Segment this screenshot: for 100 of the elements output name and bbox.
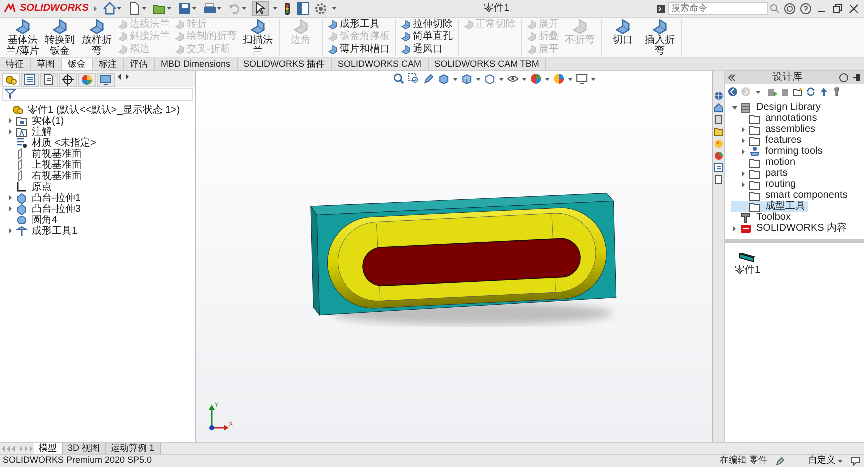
globe-icon[interactable] (714, 91, 724, 101)
list-icon[interactable] (714, 163, 724, 173)
tree-item[interactable]: 零件1 (默认<<默认>_显示状态 1>) (2, 104, 195, 116)
ribbon-button[interactable]: 通风口 (399, 44, 455, 56)
tree-item[interactable]: motion (731, 157, 798, 168)
stack-plus-icon[interactable] (767, 87, 777, 97)
ribbon-button[interactable]: 薄片和槽口 (326, 44, 392, 56)
ribbon-button[interactable]: 放样折弯 (79, 19, 115, 56)
tab[interactable]: 钣金 (62, 58, 93, 70)
tree-item[interactable]: 圆角4 (2, 214, 195, 226)
home-icon[interactable] (714, 103, 724, 113)
ribbon-button[interactable]: 扫描法兰 (240, 19, 276, 56)
eye-icon[interactable] (507, 73, 520, 85)
command-icon[interactable] (657, 4, 665, 12)
monitor-icon[interactable] (576, 73, 588, 85)
ribbon-button[interactable]: 切口 (605, 19, 641, 56)
caret-icon (166, 7, 172, 10)
up-arrow-icon[interactable] (819, 87, 829, 97)
home-button[interactable] (102, 2, 123, 16)
panel-tab[interactable] (21, 73, 39, 87)
cube-icon[interactable] (461, 73, 474, 85)
tree-item[interactable]: 右视基准面 (2, 170, 195, 182)
color-ball-icon[interactable] (530, 73, 542, 85)
pencil-icon[interactable] (423, 73, 436, 85)
palette-icon[interactable] (714, 139, 724, 149)
book-stack-icon (740, 102, 752, 114)
help-icon[interactable] (800, 2, 812, 14)
bent-sheet-icon (118, 32, 128, 42)
forming-tool-icon (749, 146, 761, 158)
tree-item[interactable]: Toolbox (731, 212, 794, 223)
tree-item[interactable]: 实体(1) (2, 116, 195, 126)
panel-tab[interactable] (40, 73, 58, 87)
select-button[interactable] (252, 1, 269, 16)
filter-icon (5, 89, 16, 100)
document-icon[interactable] (714, 175, 724, 185)
panel-icon[interactable] (296, 2, 310, 16)
zoom-area-icon[interactable] (408, 73, 420, 85)
left-arrow-icon[interactable] (116, 73, 123, 81)
search-icon[interactable] (393, 73, 406, 85)
speech-bubble-icon[interactable] (851, 456, 861, 466)
close-icon[interactable] (848, 2, 860, 14)
circle-icon[interactable] (784, 2, 796, 14)
ribbon-button[interactable]: 简单直孔 (399, 31, 455, 44)
save-icon (178, 2, 192, 16)
folder-icon[interactable] (714, 127, 724, 137)
tab[interactable]: 3D 视图 (63, 443, 106, 454)
color-wheel-icon[interactable] (714, 151, 724, 161)
gear-icon[interactable] (314, 2, 328, 16)
tree-item[interactable]: 成型工具 (731, 201, 808, 212)
tree-item[interactable]: 成形工具1 (2, 226, 195, 236)
filter-field[interactable] (2, 88, 193, 101)
cube-icon[interactable] (484, 73, 496, 85)
tree-item[interactable]: 原点 (2, 182, 195, 192)
ribbon-button[interactable]: 拉伸切除 (399, 19, 455, 32)
tree-item[interactable]: 凸台-拉伸1 (2, 192, 195, 204)
wrench-icon[interactable] (832, 87, 842, 97)
circle-icon[interactable] (839, 72, 849, 82)
pencil-icon[interactable] (776, 456, 786, 466)
tab[interactable]: 模型 (34, 443, 63, 454)
tab[interactable]: 运动算例 1 (106, 443, 161, 454)
caret-icon (242, 7, 247, 10)
bent-sheet-icon (328, 44, 338, 55)
panel-title: 设计库 (772, 70, 804, 85)
tree-item[interactable]: 注解 (2, 126, 195, 138)
tree-item[interactable]: Design Library (731, 102, 824, 113)
stack-icon[interactable] (714, 115, 724, 125)
tree-item[interactable]: SOLIDWORKS 内容 (731, 223, 850, 234)
ribbon-button[interactable]: 成形工具 (326, 19, 392, 32)
tree-item[interactable]: parts (731, 168, 790, 179)
tree-item[interactable]: 上视基准面 (2, 160, 195, 170)
caret-icon (522, 78, 528, 80)
print-button[interactable] (202, 2, 223, 16)
tree-item[interactable]: 凸台-拉伸3 (2, 204, 195, 214)
pin-icon[interactable] (852, 72, 861, 82)
color-ball-icon[interactable] (553, 73, 566, 85)
tree-item[interactable]: forming tools (731, 146, 826, 157)
file-thumbnail[interactable]: 零件1 (735, 250, 761, 278)
ribbon-button[interactable]: 插入折弯 (642, 19, 678, 56)
ribbon-button[interactable]: 基体法兰/薄片 (5, 19, 41, 56)
search-field[interactable]: 搜索命令 (668, 2, 768, 15)
caret-icon (272, 7, 278, 10)
undo-button[interactable] (226, 2, 248, 16)
tree-item[interactable]: assemblies (731, 124, 818, 135)
cube-icon[interactable] (438, 73, 450, 85)
tree-item[interactable]: smart components (731, 190, 850, 201)
double-chevron-icon[interactable] (728, 74, 736, 82)
bent-sheet-icon (615, 19, 631, 35)
tree-item[interactable]: features (731, 135, 804, 146)
restore-icon[interactable] (832, 2, 844, 14)
tree-item[interactable]: routing (731, 179, 799, 190)
tree-item[interactable]: 前视基准面 (2, 148, 195, 160)
folder-plus-icon[interactable] (793, 87, 803, 97)
units-dropdown[interactable]: 自定义 (808, 454, 843, 467)
tree-item[interactable]: annotations (731, 113, 820, 124)
tree-item[interactable]: 材质 <未指定> (2, 138, 195, 148)
refresh-icon[interactable] (806, 87, 816, 97)
right-arrow-icon[interactable] (124, 73, 131, 81)
save-button[interactable] (176, 2, 198, 16)
panel-tab[interactable] (59, 73, 77, 87)
ribbon-button[interactable]: 转换到钣金 (42, 19, 78, 56)
